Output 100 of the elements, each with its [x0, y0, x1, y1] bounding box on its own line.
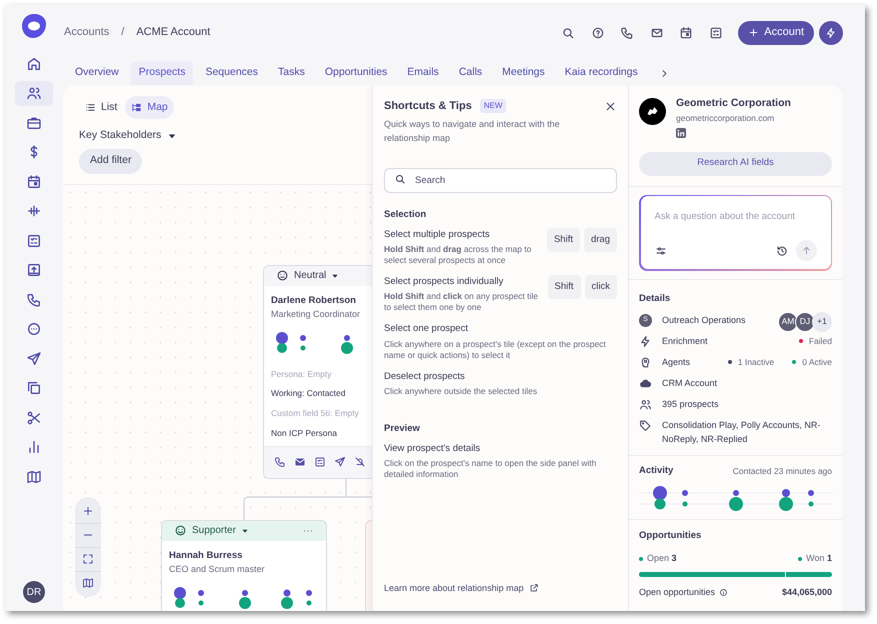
user-avatar[interactable]: DJ [795, 312, 815, 332]
user-avatar[interactable]: +1 [812, 312, 832, 332]
logo-icon [21, 13, 47, 39]
section-heading: Opportunities [639, 529, 702, 543]
smiley-icon [276, 269, 289, 282]
phone-icon[interactable] [274, 456, 286, 468]
search-field[interactable]: Search [384, 168, 617, 192]
head-icon [639, 356, 652, 369]
user-avatar[interactable]: AM [778, 312, 798, 332]
section-heading: Activity [639, 464, 674, 478]
info-icon[interactable] [719, 588, 728, 597]
fit-screen-icon[interactable] [82, 553, 94, 566]
breadcrumb-link[interactable]: ACME Account [136, 24, 210, 41]
lightning-icon [825, 26, 837, 38]
key-cap: drag [584, 228, 617, 252]
shortcut-description: Click on the prospect's name to open the side panel with detailed information [384, 458, 598, 480]
tab[interactable]: Opportunities [316, 61, 396, 85]
checklist-icon[interactable] [708, 26, 722, 40]
shortcut-title: View prospect's details [384, 442, 482, 456]
copy-icon [26, 380, 42, 396]
panel-title: Shortcuts & Tips [384, 99, 472, 114]
tab[interactable]: Tasks [270, 61, 313, 85]
sidebar-item[interactable] [15, 80, 53, 106]
tab[interactable]: Emails [399, 61, 447, 85]
prospect-title: CEO and Scrum master [169, 563, 266, 576]
prospect-card[interactable]: Neutral Darlene Robertson Marketing Coordinator Persona: Empty Working: Contacted Custom field 56: Empty Non ICP Persona [263, 264, 372, 478]
tab[interactable]: Overview [67, 61, 127, 85]
breadcrumb-link[interactable]: Accounts [64, 24, 110, 41]
key-cap: Shift [548, 275, 581, 299]
map-view-icon [131, 102, 142, 113]
prospect-field: Non ICP Persona [271, 426, 372, 440]
stakeholder-dropdown[interactable]: Key Stakeholders [79, 128, 178, 144]
tab[interactable]: Calls [450, 61, 490, 85]
detail-label: Enrichment [662, 334, 709, 348]
view-toggle[interactable]: List [79, 96, 124, 119]
people-icon [639, 398, 652, 411]
detail-label: 395 prospects [662, 398, 720, 411]
zoom-in-icon[interactable] [82, 504, 94, 517]
ask-box[interactable]: Ask a question about the account [639, 194, 832, 270]
checklist-icon[interactable] [314, 456, 326, 468]
shortcut-description: Hold Shift and drag across the map to select several prospects at once [384, 244, 532, 266]
cloud-icon [639, 376, 652, 390]
prospect-field: Persona: Empty [271, 368, 372, 380]
people-icon [26, 85, 42, 101]
lightning-button[interactable] [819, 20, 843, 44]
shortcut-description: Click anywhere on a prospect's tile (except on the prospect name or quick actions) to select it [384, 338, 607, 360]
tab[interactable]: Sequences [197, 61, 266, 85]
briefcase-icon [26, 114, 42, 130]
view-toggle[interactable]: Map [125, 96, 174, 119]
calendar-icon[interactable] [679, 26, 693, 40]
add-account-button[interactable]: Account [738, 20, 814, 44]
company-name: Geometric Corporation [676, 96, 791, 111]
prospect-field: Working: Contacted [271, 387, 372, 400]
prospect-name[interactable]: Hannah Burress [169, 548, 319, 563]
linkedin-icon[interactable] [676, 128, 686, 138]
caret-icon [240, 526, 249, 535]
tab[interactable]: Meetings [494, 61, 553, 85]
plus-icon [748, 27, 760, 38]
section-heading: Selection [384, 208, 428, 222]
phone-icon[interactable] [620, 26, 634, 40]
map-icon [26, 468, 42, 484]
mail-icon[interactable] [294, 456, 306, 468]
send-icon [26, 350, 42, 366]
prospect-field: Custom field 56: Empty [271, 407, 372, 420]
tab[interactable]: Kaia recordings [556, 61, 646, 85]
external-link-icon [528, 583, 539, 594]
lightning-icon [639, 334, 652, 348]
help-icon[interactable] [590, 26, 604, 40]
history-icon[interactable] [776, 244, 788, 256]
add-filter-button[interactable]: Add filter [79, 148, 142, 174]
research-button[interactable]: Research AI fields [639, 152, 832, 176]
bell-off-icon[interactable] [354, 456, 366, 468]
key-cap: click [584, 275, 617, 299]
tab[interactable]: Prospects [130, 61, 194, 85]
calendar-icon [26, 174, 42, 190]
key-cap: Shift [546, 228, 580, 252]
open-count: Open 3 [647, 552, 677, 566]
close-icon[interactable] [604, 100, 617, 113]
status-text: Failed [808, 334, 832, 348]
company-domain: geometriccorporation.com [676, 112, 776, 124]
breadcrumb-separator: / [121, 25, 124, 40]
send-icon[interactable] [334, 456, 346, 468]
user-avatar[interactable]: DR [23, 581, 45, 603]
search-icon [394, 173, 406, 185]
status-text: 0 Active [802, 356, 832, 368]
shortcut-description: Hold Shift and click on any prospect tile to select them one by one [384, 291, 540, 314]
sliders-icon[interactable] [654, 244, 666, 256]
home-icon [26, 56, 42, 72]
waveform-icon [26, 203, 42, 219]
company-logo [639, 98, 666, 125]
detail-label: CRM Account [662, 376, 718, 390]
chat-icon [26, 321, 42, 337]
question-input[interactable]: Ask a question about the account [654, 210, 816, 224]
learn-more-link[interactable]: Learn more about relationship map [384, 582, 617, 595]
prospect-card[interactable]: Supporter Hannah Burress CEO and Scrum master [161, 520, 327, 611]
shortcut-title: Select multiple prospects [384, 228, 491, 242]
search-icon[interactable] [561, 26, 575, 40]
map-icon[interactable] [82, 577, 94, 590]
prospect-name[interactable]: Darlene Robertson [271, 294, 372, 308]
caret-icon [331, 272, 340, 280]
